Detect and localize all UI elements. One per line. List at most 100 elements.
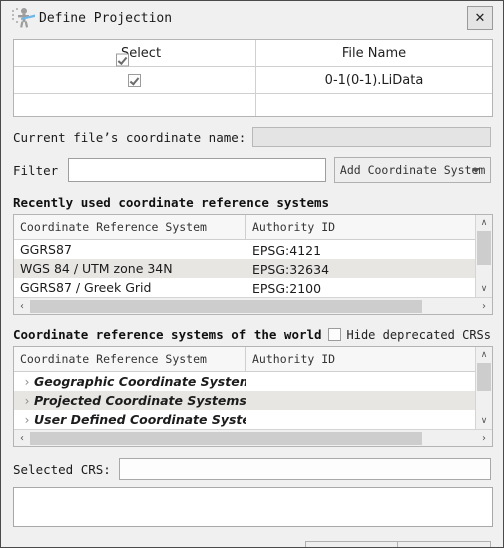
recent-col-name-label: Coordinate Reference System — [20, 220, 207, 234]
world-crs-main: Coordinate Reference System Authority ID… — [14, 347, 492, 429]
scroll-down-icon[interactable]: ∨ — [476, 413, 492, 429]
hide-deprecated-crs-toggle[interactable]: Hide deprecated CRSs — [327, 327, 492, 342]
scroll-left-icon[interactable]: ‹ — [14, 431, 30, 446]
file-table-empty-row — [14, 94, 492, 116]
row-select-checkbox[interactable] — [128, 73, 141, 87]
world-horizontal-scrollbar[interactable]: ‹ › — [14, 429, 492, 446]
recent-row-authority: EPSG:32634 — [252, 262, 330, 277]
recent-crs-list: Coordinate Reference System Authority ID… — [13, 214, 493, 315]
list-item[interactable]: › User Defined Coordinate Systems — [14, 410, 475, 429]
hide-deprecated-label: Hide deprecated CRSs — [346, 327, 492, 342]
recent-crs-main: Coordinate Reference System Authority ID… — [14, 215, 492, 297]
list-item[interactable]: › Geographic Coordinate Systems — [14, 372, 475, 391]
scroll-left-icon[interactable]: ‹ — [14, 299, 30, 314]
recent-vscroll-thumb[interactable] — [477, 231, 491, 265]
window-title: Define Projection — [39, 10, 173, 26]
crs-definition-textarea[interactable] — [13, 487, 493, 527]
select-all-checkbox[interactable] — [115, 53, 129, 66]
recent-row-name: GGRS87 — [20, 242, 72, 257]
world-col-name-label: Coordinate Reference System — [20, 352, 207, 366]
empty-select-cell — [14, 94, 256, 116]
world-hscroll-track[interactable] — [30, 431, 476, 445]
list-item[interactable]: GGRS87 / Greek Grid EPSG:2100 — [14, 278, 475, 297]
row-select-cell — [14, 67, 256, 93]
list-item[interactable]: › Projected Coordinate Systems — [14, 391, 475, 410]
scroll-down-icon[interactable]: ∨ — [476, 281, 492, 297]
world-row-name: Projected Coordinate Systems — [34, 393, 246, 408]
world-row-name-cell: › Geographic Coordinate Systems — [14, 374, 246, 389]
world-row-name: Geographic Coordinate Systems — [34, 374, 246, 389]
recent-col-authority: Authority ID — [246, 215, 475, 239]
selected-crs-row: Selected CRS: — [13, 458, 491, 480]
recent-heading: Recently used coordinate reference syste… — [13, 195, 330, 210]
expand-chevron-icon[interactable]: › — [20, 394, 34, 408]
column-header-file-name: File Name — [341, 45, 407, 61]
filter-row: Filter Add Coordinate System — [13, 157, 491, 183]
expand-chevron-icon[interactable]: › — [20, 413, 34, 427]
recent-crs-header: Coordinate Reference System Authority ID — [14, 215, 475, 240]
file-table-header: Select File Name — [14, 40, 492, 67]
world-col-name: Coordinate Reference System — [14, 347, 246, 371]
world-heading-row: Coordinate reference systems of the worl… — [13, 327, 491, 342]
projection-tool-icon — [11, 5, 37, 31]
recent-col-authority-label: Authority ID — [252, 220, 336, 234]
world-crs-rows: Coordinate Reference System Authority ID… — [14, 347, 475, 429]
recent-vscroll-track[interactable] — [476, 231, 492, 281]
add-coordinate-system-button[interactable]: Add Coordinate System — [334, 157, 491, 183]
chevron-down-icon — [472, 168, 480, 173]
recent-row-authority-cell: EPSG:32634 — [246, 259, 475, 278]
recent-row-authority-cell: EPSG:4121 — [246, 240, 475, 259]
recent-row-authority: EPSG:2100 — [252, 281, 322, 296]
recent-row-authority-cell: EPSG:2100 — [246, 278, 475, 297]
recent-row-name-cell: GGRS87 — [14, 242, 246, 257]
scroll-up-icon[interactable]: ∧ — [476, 347, 492, 363]
world-crs-list: Coordinate Reference System Authority ID… — [13, 346, 493, 447]
recent-vertical-scrollbar[interactable]: ∧ ∨ — [475, 215, 492, 297]
recent-crs-rows: Coordinate Reference System Authority ID… — [14, 215, 475, 297]
filter-input[interactable] — [68, 158, 327, 182]
table-row[interactable]: 0-1(0-1).LiData — [14, 67, 492, 94]
current-coordinate-row: Current file’s coordinate name: — [13, 127, 491, 147]
row-filename-cell: 0-1(0-1).LiData — [256, 67, 492, 93]
add-coordinate-system-label: Add Coordinate System — [339, 163, 486, 177]
world-row-name-cell: › User Defined Coordinate Systems — [14, 412, 246, 427]
define-projection-dialog: Define Projection ✕ Select File Name 0-1… — [0, 0, 504, 548]
file-table-header-select: Select — [14, 40, 256, 66]
hide-deprecated-checkbox[interactable] — [327, 328, 341, 341]
recent-row-authority: EPSG:4121 — [252, 243, 322, 258]
row-file-name: 0-1(0-1).LiData — [324, 72, 424, 88]
recent-hscroll-thumb[interactable] — [30, 299, 423, 313]
cancel-button[interactable]: Cancel — [398, 541, 491, 547]
scroll-up-icon[interactable]: ∧ — [476, 215, 492, 231]
dialog-button-bar: OK Cancel — [13, 541, 491, 547]
recent-horizontal-scrollbar[interactable]: ‹ › — [14, 297, 492, 314]
ok-button[interactable]: OK — [305, 541, 398, 547]
world-heading: Coordinate reference systems of the worl… — [13, 327, 322, 342]
world-row-name: User Defined Coordinate Systems — [34, 412, 246, 427]
list-item[interactable]: GGRS87 EPSG:4121 — [14, 240, 475, 259]
recent-hscroll-track[interactable] — [30, 299, 476, 313]
selected-crs-input[interactable] — [118, 458, 491, 480]
empty-filename-cell — [256, 94, 492, 116]
dialog-content: Select File Name 0-1(0-1).LiData Current… — [1, 39, 503, 547]
world-hscroll-thumb[interactable] — [30, 431, 423, 445]
world-row-name-cell: › Projected Coordinate Systems — [14, 393, 246, 408]
world-col-authority-label: Authority ID — [252, 352, 336, 366]
world-crs-header: Coordinate Reference System Authority ID — [14, 347, 475, 372]
scroll-right-icon[interactable]: › — [476, 431, 492, 446]
scroll-right-icon[interactable]: › — [476, 299, 492, 314]
filter-label: Filter — [13, 162, 59, 178]
selected-crs-label: Selected CRS: — [13, 461, 111, 477]
expand-chevron-icon[interactable]: › — [20, 375, 34, 389]
world-vscroll-track[interactable] — [476, 363, 492, 413]
world-vertical-scrollbar[interactable]: ∧ ∨ — [475, 347, 492, 429]
recent-row-name: GGRS87 / Greek Grid — [20, 280, 152, 295]
close-icon[interactable]: ✕ — [467, 6, 493, 30]
world-col-authority: Authority ID — [246, 347, 475, 371]
list-item[interactable]: WGS 84 / UTM zone 34N EPSG:32634 — [14, 259, 475, 278]
file-table-header-filename: File Name — [256, 40, 492, 66]
recent-col-name: Coordinate Reference System — [14, 215, 246, 239]
recent-row-name-cell: WGS 84 / UTM zone 34N — [14, 261, 246, 276]
world-vscroll-thumb[interactable] — [477, 363, 491, 391]
title-bar: Define Projection ✕ — [1, 1, 503, 35]
